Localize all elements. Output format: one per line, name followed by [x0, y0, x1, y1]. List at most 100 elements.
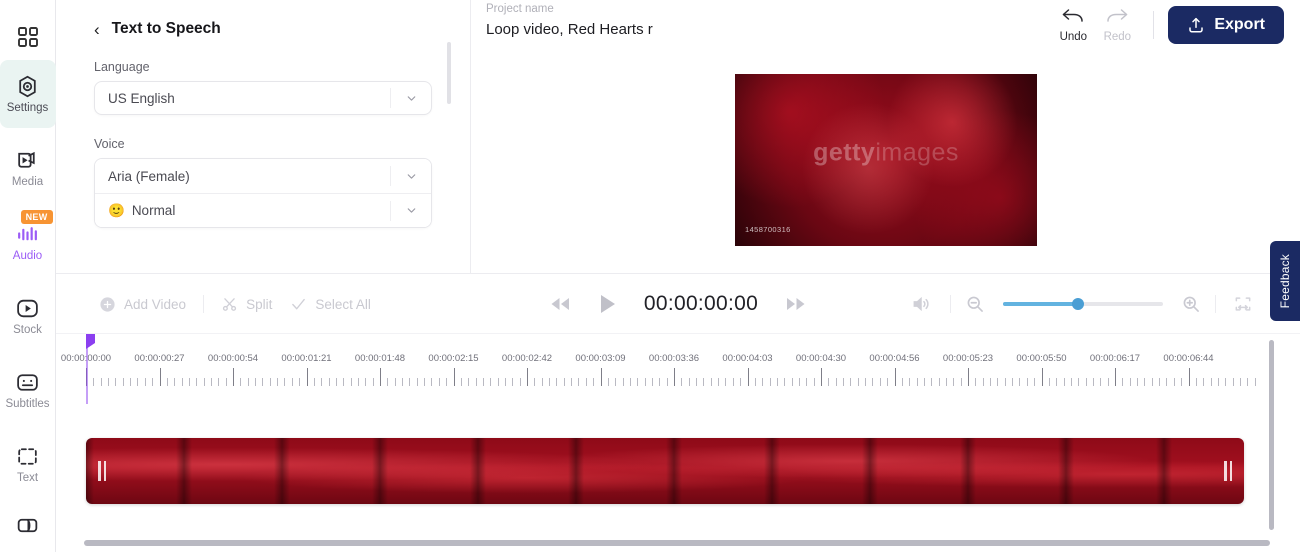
chevron-down-icon[interactable] — [390, 88, 431, 108]
preview-stage: gettyimages 1458700316 — [471, 56, 1300, 274]
ruler-minor-tick — [762, 378, 764, 386]
ruler-minor-tick — [938, 378, 940, 386]
ruler-minor-tick — [424, 378, 426, 386]
ruler-minor-tick — [901, 378, 903, 386]
ruler-minor-tick — [696, 378, 698, 386]
ruler-major-tick — [306, 368, 308, 386]
ruler-minor-tick — [144, 378, 146, 386]
zoom-slider-handle[interactable] — [1072, 298, 1085, 310]
ruler-minor-tick — [1122, 378, 1124, 386]
ruler-minor-tick — [725, 378, 727, 386]
ruler-minor-tick — [563, 378, 565, 386]
ruler-minor-tick — [475, 378, 477, 386]
ruler-minor-tick — [130, 378, 132, 386]
timecode-display: 00:00:00:00 — [643, 292, 759, 315]
zoom-out-icon[interactable] — [959, 294, 991, 314]
sidebar-item-audio[interactable]: NEW Audio — [0, 208, 56, 276]
undo-button[interactable]: Undo — [1051, 8, 1095, 43]
ruler-minor-tick — [1225, 378, 1227, 386]
sidebar-item-settings[interactable]: Settings — [0, 60, 56, 128]
ruler-major-tick — [674, 368, 675, 386]
ruler-minor-tick — [512, 378, 514, 386]
ruler-minor-tick — [1173, 378, 1175, 386]
sidebar-item-label: Media — [11, 175, 44, 188]
ruler-tick-label: 00:00:01:48 — [354, 353, 406, 364]
speaker-icon[interactable] — [900, 294, 942, 314]
subtitles-icon — [15, 370, 40, 395]
project-name-value[interactable]: Loop video, Red Hearts r — [486, 21, 653, 38]
ruler-minor-tick — [990, 378, 992, 386]
apps-grid-button[interactable] — [11, 20, 45, 54]
undo-label: Undo — [1059, 30, 1088, 43]
timeline-horizontal-scrollbar[interactable] — [84, 540, 1270, 546]
language-select[interactable]: US English — [94, 81, 432, 115]
timeline-toolbar: Add Video Split Select All 00:00:00:00 — [56, 274, 1300, 334]
sidebar-item-transitions[interactable] — [0, 504, 56, 546]
timeline-ruler[interactable]: 00:00:00:0000:00:00:2700:00:00:5400:00:0… — [61, 340, 1300, 392]
skip-backward-icon[interactable] — [548, 295, 572, 313]
ruler-minor-tick — [879, 378, 881, 386]
voice-style-row: 🙂 Normal — [95, 203, 390, 219]
ruler-minor-tick — [953, 378, 955, 386]
chevron-down-icon[interactable] — [390, 166, 431, 186]
ruler-minor-tick — [1056, 378, 1058, 386]
top-bar-actions: Undo Redo Export — [1051, 6, 1284, 44]
clip-trim-handle-left[interactable] — [97, 461, 107, 481]
timeline-clip-video[interactable] — [86, 438, 1244, 504]
chevron-left-icon[interactable]: ‹ — [94, 21, 100, 38]
sidebar-item-media[interactable]: Media — [0, 134, 56, 202]
ruler-minor-tick — [872, 378, 874, 386]
timeline[interactable]: 00:00:00:0000:00:00:2700:00:00:5400:00:0… — [56, 334, 1300, 552]
ruler-tick-label: 00:00:04:56 — [869, 353, 920, 364]
ruler-minor-tick — [556, 378, 558, 386]
ruler-minor-tick — [1181, 378, 1183, 386]
ruler-minor-tick — [291, 378, 293, 386]
voice-select[interactable]: Aria (Female) — [95, 159, 431, 193]
ruler-tick-label: 00:00:05:23 — [942, 353, 994, 364]
ruler-minor-tick — [843, 378, 845, 386]
ruler-minor-tick — [174, 378, 176, 386]
timeline-vertical-scrollbar[interactable] — [1269, 340, 1274, 530]
skip-forward-icon[interactable] — [784, 295, 808, 313]
feedback-tab[interactable]: Feedback — [1270, 241, 1300, 321]
ruler-minor-tick — [1107, 378, 1109, 386]
ruler-minor-tick — [571, 378, 573, 386]
export-button[interactable]: Export — [1168, 6, 1284, 44]
ruler-minor-tick — [152, 378, 154, 386]
text-frame-icon — [15, 444, 40, 469]
ruler-minor-tick — [710, 378, 712, 386]
ruler-tick-label: 00:00:04:30 — [795, 353, 847, 364]
redo-button[interactable]: Redo — [1095, 8, 1139, 43]
ruler-minor-tick — [534, 378, 536, 386]
ruler-minor-tick — [262, 378, 264, 386]
project-name-block[interactable]: Project name Loop video, Red Hearts r — [486, 3, 653, 38]
sidebar-item-subtitles[interactable]: Subtitles — [0, 356, 56, 424]
ruler-major-tick — [380, 368, 381, 386]
chevron-down-icon[interactable] — [390, 200, 431, 221]
ruler-minor-tick — [916, 378, 918, 386]
ruler-minor-tick — [166, 378, 168, 386]
voice-style-select[interactable]: 🙂 Normal — [95, 193, 431, 227]
zoom-slider[interactable] — [1003, 298, 1163, 310]
panel-scrollbar[interactable] — [447, 42, 451, 104]
video-preview[interactable]: gettyimages 1458700316 — [735, 74, 1037, 246]
ruler-minor-tick — [1063, 378, 1065, 386]
ruler-minor-tick — [504, 378, 506, 386]
voice-value: Aria (Female) — [108, 168, 190, 184]
play-icon[interactable] — [598, 293, 618, 315]
ruler-minor-tick — [776, 378, 778, 386]
clip-trim-handle-right[interactable] — [1223, 461, 1233, 481]
ruler-tick-label: 00:00:01:21 — [281, 353, 332, 364]
ruler-minor-tick — [622, 378, 624, 386]
settings-hex-icon — [15, 74, 40, 99]
ruler-tick-label: 00:00:03:36 — [648, 353, 700, 364]
stock-play-icon — [15, 296, 40, 321]
ruler-major-tick — [821, 368, 822, 386]
sidebar-item-text[interactable]: Text — [0, 430, 56, 498]
watermark-bold: getty — [813, 138, 876, 167]
ruler-minor-tick — [357, 378, 359, 386]
language-value: US English — [108, 90, 175, 106]
fit-to-screen-icon[interactable] — [1224, 294, 1262, 314]
zoom-in-icon[interactable] — [1175, 294, 1207, 314]
sidebar-item-stock[interactable]: Stock — [0, 282, 56, 350]
